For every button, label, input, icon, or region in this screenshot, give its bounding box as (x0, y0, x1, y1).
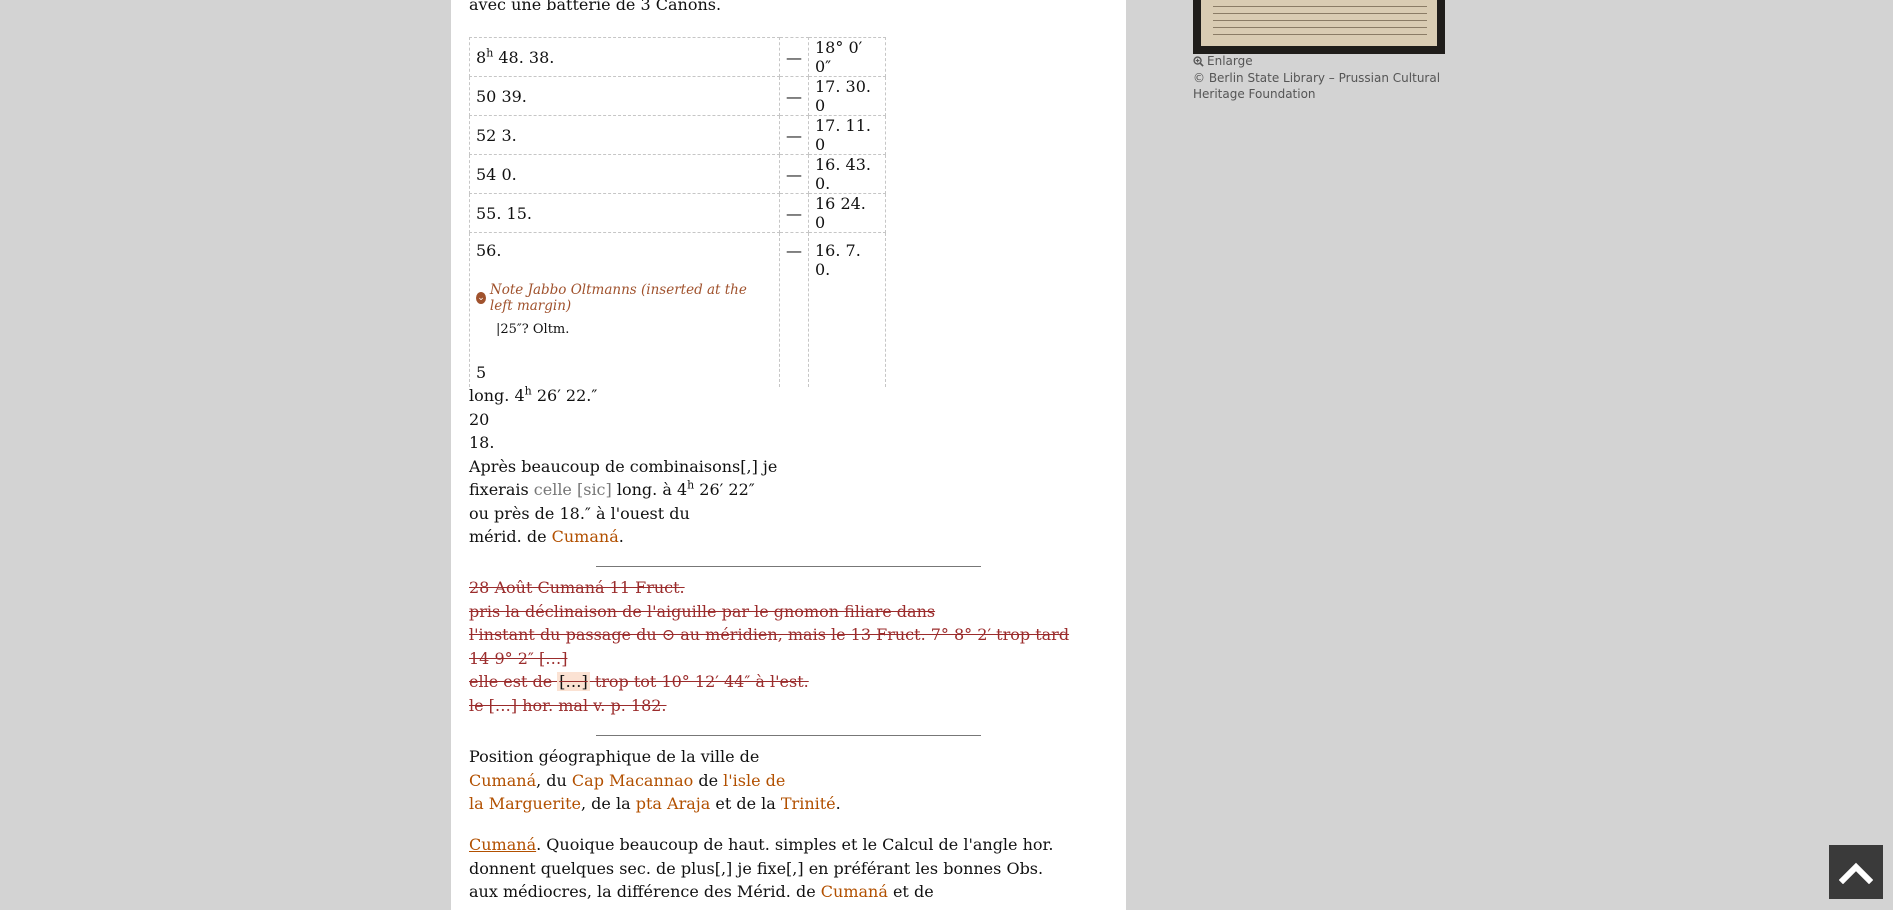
time-cell: 48. 38. (493, 47, 555, 67)
enlarge-link[interactable]: Enlarge (1193, 53, 1453, 70)
table-row: 54 0. — 16. 43. 0. (469, 154, 886, 194)
dash-cell: — (779, 154, 809, 194)
place-link-cumana[interactable]: Cumaná (469, 771, 536, 790)
calc-line: 20 (469, 409, 490, 429)
table-row: 50 39. — 17. 30. 0 (469, 76, 886, 116)
calc-line: Après beaucoup de combinaisons[,] je (469, 456, 778, 476)
calc-line: long. 4 (469, 386, 525, 405)
time-cell: 50 39. (469, 76, 780, 116)
time-cell: 56. (476, 241, 502, 260)
place-link-trinite[interactable]: Trinité (781, 794, 836, 813)
value-cell: 16. 7. 0. (808, 232, 886, 387)
calc-line: ou près de 18.″ à l'ouest du (469, 503, 690, 523)
image-credit: © Berlin State Library – Prussian Cultur… (1193, 70, 1441, 102)
place-link-cumana[interactable]: Cumaná (552, 527, 619, 546)
divider (596, 735, 981, 736)
manuscript-thumbnail[interactable] (1193, 0, 1445, 54)
observation-table: 8h 48. 38. — 18° 0′ 0″ 50 39. — 17. 30. … (469, 37, 886, 387)
scroll-to-top-button[interactable] (1829, 845, 1883, 899)
place-link-cumana[interactable]: Cumaná (821, 882, 888, 901)
dash-cell: — (779, 37, 809, 77)
table-row: 56. ⌄ Note Jabbo Oltmanns (inserted at t… (469, 232, 886, 387)
paragraph: Cumaná. Quoique beaucoup de haut. simple… (469, 835, 1054, 901)
dash-cell: — (779, 115, 809, 155)
value-cell: 18° 0′ 0″ (808, 37, 886, 77)
note-label: Note Jabbo Oltmanns (inserted at the lef… (489, 282, 747, 314)
sic-note: celle [sic] (533, 480, 612, 499)
place-link-cumana[interactable]: Cumaná (469, 835, 536, 854)
gap-marker: […] (557, 672, 590, 691)
dash-cell: — (779, 193, 809, 233)
place-link-isle[interactable]: l'isle de (723, 771, 785, 790)
time-hours: 8h (476, 46, 494, 67)
divider (596, 566, 981, 567)
image-caption: Enlarge © Berlin State Library – Prussia… (1193, 53, 1453, 103)
time-cell: 55. 15. (469, 193, 780, 233)
magnifier-plus-icon (1193, 56, 1204, 67)
note-toggle[interactable]: ⌄ Note Jabbo Oltmanns (inserted at the l… (476, 282, 773, 314)
chevron-down-circle-icon: ⌄ (476, 292, 486, 304)
top-text: avec une batterie de 3 Canons. (469, 0, 722, 14)
dash-cell: — (779, 76, 809, 116)
calculation-block: long. 4h 26′ 22.″ 20 18. Après beaucoup … (469, 384, 778, 546)
manuscript-image (1201, 0, 1437, 46)
table-row: 52 3. — 17. 11. 0 (469, 115, 886, 155)
place-link-cap-macannao[interactable]: Cap Macannao (572, 771, 693, 790)
struck-block: 28 Août Cumaná 11 Fruct. pris la déclina… (469, 578, 1070, 715)
margin-number: 5 (476, 363, 487, 382)
place-link-pta-araja[interactable]: pta Araja (636, 794, 711, 813)
table-row: 8h 48. 38. — 18° 0′ 0″ (469, 37, 886, 77)
value-cell: 17. 11. 0 (808, 115, 886, 155)
value-cell: 17. 30. 0 (808, 76, 886, 116)
note-text: |25″? Oltm. (496, 322, 570, 337)
value-cell: 16. 43. 0. (808, 154, 886, 194)
position-heading: Position géographique de la ville de Cum… (469, 747, 841, 813)
arrow-up-icon (1839, 862, 1873, 884)
time-cell: 52 3. (469, 115, 780, 155)
calc-line: 18. (469, 433, 495, 452)
value-cell: 16 24. 0 (808, 193, 886, 233)
table-row: 55. 15. — 16 24. 0 (469, 193, 886, 233)
time-cell: 54 0. (469, 154, 780, 194)
place-link-marguerite[interactable]: la Marguerite (469, 794, 581, 813)
dash-cell: — (779, 232, 809, 387)
document-panel: avec une batterie de 3 Canons. 8h 48. 38… (451, 0, 1126, 910)
